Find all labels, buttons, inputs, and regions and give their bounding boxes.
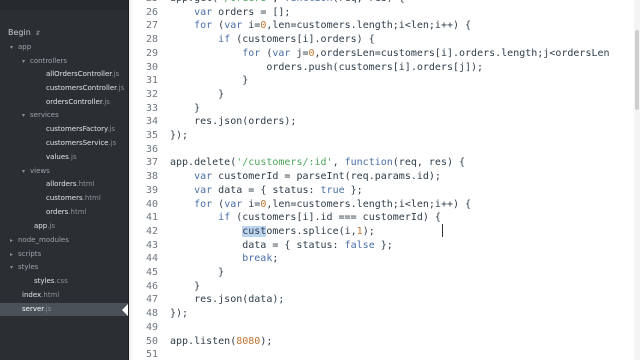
- tree-item-extension: .html: [82, 194, 101, 202]
- tree-item-extension: .js: [47, 222, 56, 230]
- tree-item-label: controllers: [30, 57, 68, 65]
- branch-label: Begin: [8, 28, 31, 37]
- code-line: for (var i=0,len=customers.length;i<len;…: [194, 198, 472, 210]
- code-line: app.get('/orders', function(req, res) {: [170, 0, 405, 4]
- tree-item-label: server: [22, 305, 44, 313]
- tree-item-label: styles: [18, 263, 39, 271]
- tree-file[interactable]: customersFactory.js: [0, 123, 128, 136]
- code-line: }: [170, 280, 201, 292]
- code-line: }: [170, 102, 201, 114]
- caret-down-icon: ▾: [10, 264, 14, 271]
- tree-item-extension: .html: [76, 180, 95, 188]
- code-line: res.json(orders);: [170, 116, 297, 128]
- tree-item-label: allOrdersController: [46, 70, 112, 78]
- tree-item-label: app: [34, 222, 48, 230]
- tree-item-extension: .js: [43, 305, 52, 313]
- tree-item-label: styles: [34, 277, 55, 285]
- tree-item-label: app: [18, 43, 32, 51]
- tree-file[interactable]: customersService.js: [0, 137, 128, 150]
- code-line: }: [170, 75, 249, 87]
- tree-folder[interactable]: ▸ scripts: [0, 248, 128, 261]
- caret-down-icon: ▾: [22, 168, 26, 175]
- tree-folder[interactable]: ▾ views: [0, 165, 128, 178]
- tree-item-extension: .html: [41, 291, 60, 299]
- code-line: var orders = [];: [194, 6, 291, 18]
- code-line: data = { status: false };: [170, 239, 393, 251]
- code-line: var customerId = parseInt(req.params.id)…: [194, 171, 441, 183]
- caret-down-icon: ▾: [22, 58, 26, 65]
- tree-folder[interactable]: ▸ node_modules: [0, 234, 128, 247]
- tree-folder[interactable]: ▾ controllers: [0, 55, 128, 68]
- text-cursor: [442, 224, 443, 237]
- code-line: var data = { status: true };: [194, 184, 363, 196]
- code-line: for (var j=0,ordersLen=customers[i].orde…: [242, 47, 610, 59]
- tree-file[interactable]: orders.html: [0, 206, 128, 219]
- code-line: orders.push(customers[i].orders[j]);: [170, 61, 484, 73]
- tree-item-extension: .js: [111, 70, 120, 78]
- code-line: });: [170, 130, 189, 141]
- tree-file[interactable]: ordersController.js: [0, 96, 128, 109]
- tree-file[interactable]: server.js: [0, 303, 128, 316]
- tree-item-label: index: [22, 291, 42, 299]
- code-line: });: [170, 308, 189, 320]
- tree-item-label: values: [46, 153, 69, 161]
- code-line: app.delete('/customers/:id', function(re…: [170, 157, 466, 169]
- tree-item-label: ordersController: [46, 98, 103, 106]
- tree-file[interactable]: customers.html: [0, 192, 128, 205]
- tree-item-label: customersService: [46, 139, 109, 147]
- tree-item-label: services: [30, 111, 59, 119]
- scrollbar-thumb[interactable]: [635, 30, 639, 110]
- editor-scrollbar[interactable]: [634, 0, 640, 360]
- code-line: if (customers[i].id === customerId) {: [218, 212, 441, 224]
- tree-item-label: node_modules: [18, 236, 69, 244]
- tree-item-label: orders: [46, 208, 69, 216]
- tree-file[interactable]: index.html: [0, 289, 128, 302]
- tree-item-extension: .js: [107, 125, 116, 133]
- tree-item-extension: .js: [68, 153, 77, 161]
- tree-item-extension: .html: [68, 208, 87, 216]
- code-line: break;: [242, 253, 279, 265]
- tree-item-label: allorders: [46, 180, 77, 188]
- tree-item-label: scripts: [18, 250, 42, 258]
- code-line: }: [170, 88, 225, 100]
- tree-file[interactable]: values.js: [0, 151, 128, 164]
- tree-file[interactable]: styles.css: [0, 275, 128, 288]
- tree-item-label: customersController: [46, 84, 117, 92]
- caret-right-icon: ▸: [10, 237, 14, 244]
- tree-item-label: customersFactory: [46, 125, 108, 133]
- tree-file[interactable]: allOrdersController.js: [0, 68, 128, 81]
- tree-folder[interactable]: ▾ services: [0, 109, 128, 122]
- file-explorer-sidebar: Begin ⇵ ▾ app ▾ controllers allOrdersControl…: [0, 0, 129, 360]
- tree-item-extension: .css: [54, 277, 68, 285]
- tree-item-extension: .js: [116, 84, 125, 92]
- code-line: }: [170, 267, 225, 278]
- code-line: customers.splice(i,1);: [242, 225, 375, 237]
- chevron-updown-icon: ⇵: [35, 30, 41, 37]
- tree-file[interactable]: customersController.js: [0, 82, 128, 95]
- tree-file[interactable]: app.js: [0, 220, 128, 233]
- code-line: if (customers[i].orders) {: [218, 34, 375, 46]
- tree-item-label: views: [30, 167, 50, 175]
- code-editor[interactable]: 25app.get('/orders', function(req, res) …: [128, 0, 640, 360]
- tree-item-label: customers: [46, 194, 83, 202]
- tree-file[interactable]: allorders.html: [0, 178, 128, 191]
- tree-folder[interactable]: ▾ styles: [0, 261, 128, 274]
- branch-selector[interactable]: Begin ⇵: [8, 28, 40, 37]
- caret-down-icon: ▾: [22, 112, 26, 119]
- tree-folder[interactable]: ▾ app: [0, 41, 128, 54]
- caret-down-icon: ▾: [10, 44, 14, 51]
- tree-item-extension: .js: [102, 98, 110, 106]
- tree-item-extension: .js: [108, 139, 117, 147]
- caret-right-icon: ▸: [10, 251, 14, 258]
- sidebar-shadow: [128, 0, 134, 360]
- code-line: res.json(data);: [170, 294, 285, 306]
- code-line: for (var i=0,len=customers.length;i<len;…: [194, 20, 472, 32]
- sidebar-top-strip: [0, 0, 128, 10]
- code-line: app.listen(8080);: [170, 335, 273, 347]
